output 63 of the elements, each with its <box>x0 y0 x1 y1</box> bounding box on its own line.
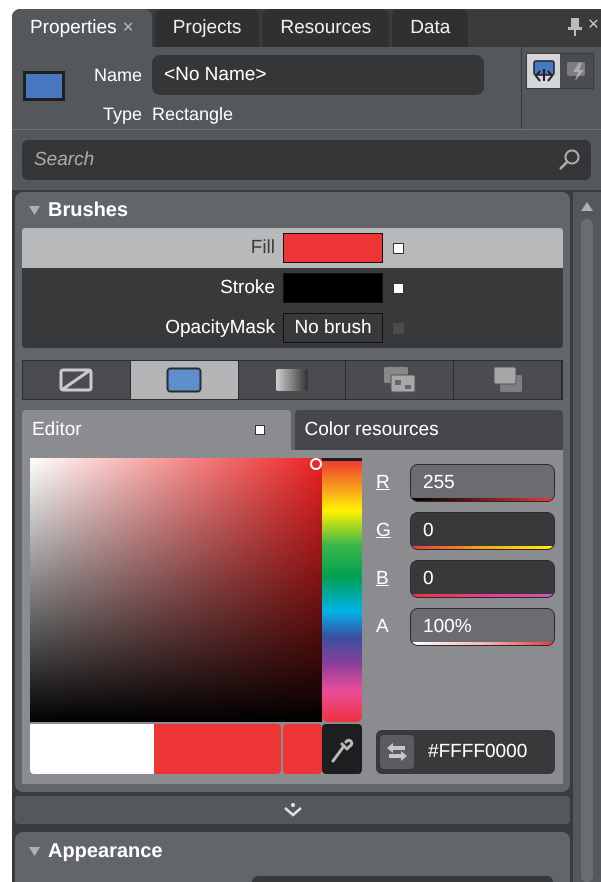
search-field[interactable]: Search <box>22 140 591 180</box>
brush-value[interactable]: No brush <box>283 313 383 343</box>
brush-type-tab[interactable] <box>454 361 562 399</box>
hue-slider[interactable] <box>322 458 362 722</box>
brush-label: Fill <box>250 236 276 260</box>
section-title[interactable]: Appearance <box>48 836 162 866</box>
advanced-marker[interactable] <box>393 242 404 254</box>
channel-field[interactable]: 0 <box>410 512 555 550</box>
brush-swatch[interactable] <box>283 233 383 263</box>
pin-icon[interactable] <box>568 17 582 38</box>
channel-label: G <box>376 518 392 543</box>
channel-label: A <box>376 614 390 639</box>
channel-field[interactable]: 255 <box>410 464 555 502</box>
brush-type-tab[interactable] <box>130 361 239 399</box>
brush-type-tab[interactable] <box>23 361 131 399</box>
advanced-marker[interactable] <box>254 425 264 435</box>
events-button[interactable] <box>560 54 593 88</box>
brush-swatch[interactable] <box>283 273 383 303</box>
expand-triangle-icon[interactable] <box>29 846 40 856</box>
properties-icon <box>532 59 556 84</box>
last-color-swatch[interactable] <box>283 724 322 774</box>
no-brush-icon <box>59 368 94 392</box>
gradient-brush-icon <box>274 368 309 392</box>
channel-label: B <box>376 566 390 591</box>
brush-row[interactable]: Fill <box>22 228 563 268</box>
type-label: Type <box>102 103 142 126</box>
tile-brush-icon <box>382 366 417 394</box>
brush-row[interactable]: OpacityMask No brush <box>22 308 563 348</box>
name-label: Name <box>92 64 142 87</box>
hue-slider-thumb[interactable] <box>322 458 362 464</box>
eyedropper-button[interactable] <box>322 724 362 774</box>
brush-type-tab[interactable] <box>346 361 454 399</box>
brush-row[interactable]: Stroke <box>22 268 563 308</box>
resource-brush-icon <box>492 366 523 394</box>
color-field[interactable] <box>30 458 322 722</box>
name-field[interactable]: <No Name> <box>152 55 484 96</box>
editor-tab[interactable]: Color resources <box>294 410 563 450</box>
advanced-marker[interactable] <box>393 282 404 294</box>
panel-tab[interactable]: Data <box>392 9 468 48</box>
brush-type-tab[interactable] <box>238 361 346 399</box>
hex-field[interactable]: #FFFF0000 <box>376 730 555 774</box>
chevron-down-icon[interactable] <box>282 803 302 817</box>
channel-label: R <box>376 470 391 495</box>
swap-arrows-icon <box>385 742 409 762</box>
brush-label: Stroke <box>219 276 276 300</box>
expand-triangle-icon[interactable] <box>29 206 40 214</box>
scroll-up-icon[interactable] <box>581 202 593 211</box>
panel-tab[interactable]: Projects <box>154 9 260 48</box>
panel-tab[interactable]: Resources <box>262 9 390 48</box>
section-title[interactable]: Brushes <box>48 195 128 225</box>
search-icon[interactable] <box>557 148 581 172</box>
type-value: Rectangle <box>152 103 234 126</box>
close-panel-icon[interactable]: × <box>588 10 599 40</box>
close-tab-icon[interactable]: × <box>122 14 134 43</box>
brush-label: OpacityMask <box>164 316 276 340</box>
properties-button[interactable] <box>527 54 560 88</box>
initial-color-swatch[interactable] <box>30 724 154 774</box>
swap-button[interactable] <box>380 735 414 769</box>
scrollbar[interactable] <box>573 192 601 882</box>
channel-field[interactable]: 0 <box>410 560 555 598</box>
solid-brush-icon <box>166 367 202 393</box>
channel-field[interactable]: 100% <box>410 608 555 646</box>
panel-tab[interactable]: Properties × <box>12 9 152 48</box>
